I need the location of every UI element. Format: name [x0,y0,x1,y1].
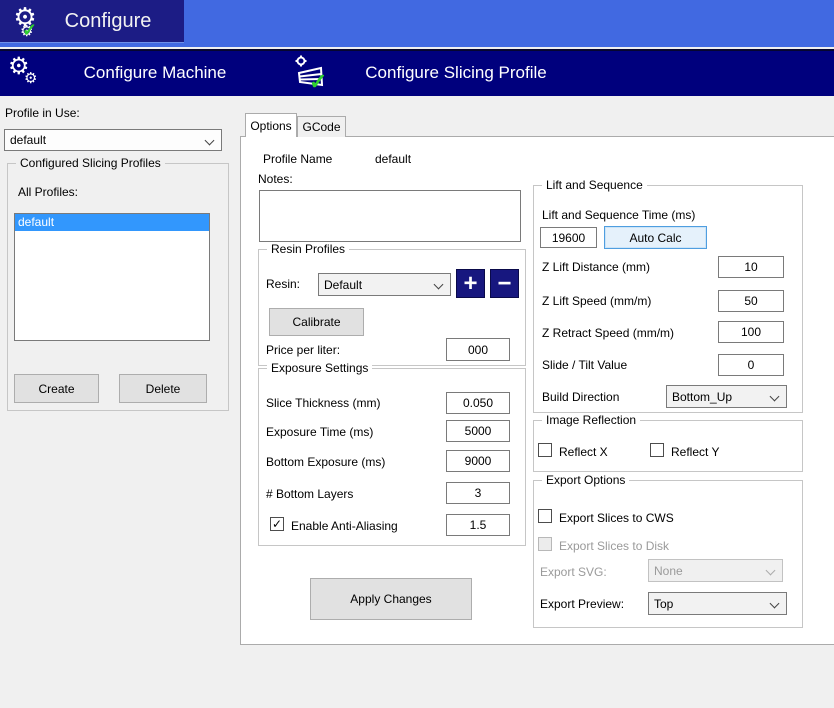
image-reflection-title: Image Reflection [542,413,640,427]
reflect-x-checkbox[interactable] [538,443,552,457]
export-options-title: Export Options [542,473,629,487]
notes-label: Notes: [258,172,293,186]
chevron-down-icon [434,280,444,290]
z-lift-distance-label: Z Lift Distance (mm) [542,260,650,274]
all-profiles-label: All Profiles: [18,185,78,199]
export-svg-value: None [654,564,683,578]
slice-thickness-label: Slice Thickness (mm) [266,396,380,410]
resin-label: Resin: [266,277,300,291]
exposure-time-label: Exposure Time (ms) [266,425,373,439]
subnav-configure-slicing-profile[interactable]: Configure Slicing Profile [350,63,562,83]
z-retract-speed-label: Z Retract Speed (mm/m) [542,326,674,340]
tab-configure-label: Configure [46,10,184,33]
resin-select[interactable]: Default [318,273,451,296]
create-button[interactable]: Create [14,374,99,403]
profile-in-use-value: default [10,133,46,147]
reflect-y-checkbox[interactable] [650,443,664,457]
list-item[interactable]: default [15,214,209,231]
build-direction-label: Build Direction [542,390,619,404]
gears-check-icon: ⚙ ⚙ ✓ [0,8,46,34]
profile-name-label: Profile Name [263,152,332,166]
export-svg-label: Export SVG: [540,565,607,579]
price-per-liter-input[interactable] [446,338,510,361]
reflect-x-label: Reflect X [559,445,608,459]
export-preview-value: Top [654,597,673,611]
auto-calc-button[interactable]: Auto Calc [604,226,707,249]
build-direction-select[interactable]: Bottom_Up [666,385,787,408]
z-lift-speed-input[interactable] [718,290,784,312]
exposure-time-input[interactable] [446,420,510,442]
chevron-down-icon [766,566,776,576]
chevron-down-icon [770,599,780,609]
export-preview-select[interactable]: Top [648,592,787,615]
notes-textarea[interactable] [259,190,521,242]
slide-tilt-value-label: Slide / Tilt Value [542,358,627,372]
calibrate-button[interactable]: Calibrate [269,308,364,336]
slice-thickness-input[interactable] [446,392,510,414]
resin-profiles-title: Resin Profiles [267,242,349,256]
z-lift-speed-label: Z Lift Speed (mm/m) [542,294,651,308]
configure-sub-toolbar: ⚙ ⚙ Configure Machine ✓ Configure Slicin… [0,49,834,96]
chevron-down-icon [770,392,780,402]
lift-sequence-time-label: Lift and Sequence Time (ms) [542,208,695,222]
build-direction-value: Bottom_Up [672,390,732,404]
main-toolbar: 3D View Slice View Control ⚙ ⚙ ✓ [0,0,834,47]
anti-aliasing-checkbox[interactable]: ✓ [270,517,284,531]
checkmark-icon: ✓ [272,517,282,531]
export-svg-select: None [648,559,783,582]
configured-slicing-profiles-title: Configured Slicing Profiles [16,156,165,170]
gears-icon: ⚙ ⚙ [8,55,30,79]
profile-in-use-select[interactable]: default [4,129,222,151]
remove-resin-button[interactable]: − [490,269,519,298]
anti-aliasing-input[interactable] [446,514,510,536]
add-resin-button[interactable]: + [456,269,485,298]
anti-aliasing-label: Enable Anti-Aliasing [291,519,398,533]
price-per-liter-label: Price per liter: [266,343,340,357]
bottom-exposure-label: Bottom Exposure (ms) [266,455,385,469]
export-disk-label: Export Slices to Disk [559,539,669,553]
profile-name-value: default [375,152,411,166]
export-disk-checkbox [538,537,552,551]
apply-changes-button[interactable]: Apply Changes [310,578,472,620]
slice-check-icon: ✓ [293,55,329,93]
subnav-configure-machine[interactable]: Configure Machine [65,63,245,83]
tab-gcode[interactable]: GCode [297,116,346,137]
z-retract-speed-input[interactable] [718,321,784,343]
tab-configure[interactable]: ⚙ ⚙ ✓ Configure [0,0,184,43]
lift-sequence-time-input[interactable] [540,227,597,248]
profiles-listbox[interactable]: default [14,213,210,341]
minus-icon: − [497,272,511,296]
reflect-y-label: Reflect Y [671,445,719,459]
profile-in-use-label: Profile in Use: [5,106,80,120]
resin-value: Default [324,278,362,292]
tab-options[interactable]: Options [245,113,297,137]
exposure-settings-title: Exposure Settings [267,361,372,375]
export-cws-label: Export Slices to CWS [559,511,674,525]
z-lift-distance-input[interactable] [718,256,784,278]
bottom-layers-label: # Bottom Layers [266,487,353,501]
lift-and-sequence-title: Lift and Sequence [542,178,647,192]
export-cws-checkbox[interactable] [538,509,552,523]
bottom-layers-input[interactable] [446,482,510,504]
export-preview-label: Export Preview: [540,597,624,611]
plus-icon: + [463,272,477,296]
bottom-exposure-input[interactable] [446,450,510,472]
chevron-down-icon [205,136,215,146]
slide-tilt-value-input[interactable] [718,354,784,376]
delete-button[interactable]: Delete [119,374,207,403]
